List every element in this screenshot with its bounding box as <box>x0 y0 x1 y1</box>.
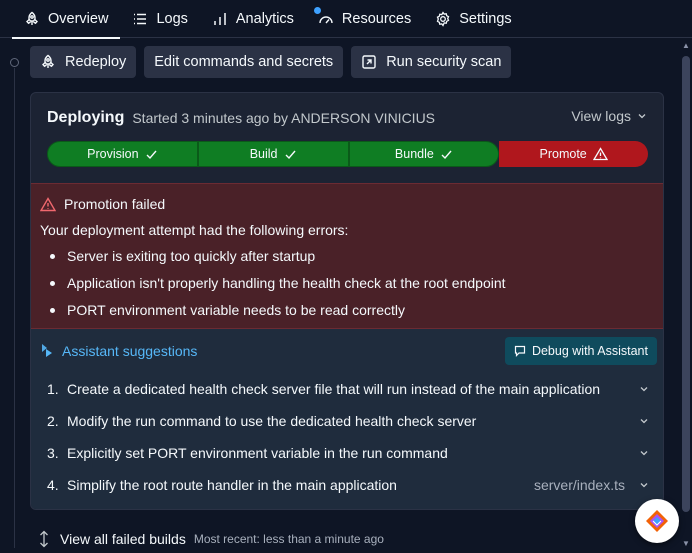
view-failed-builds-link[interactable]: View all failed builds <box>60 531 186 547</box>
stage-bundle: Bundle <box>348 141 500 167</box>
edit-commands-label: Edit commands and secrets <box>154 54 334 70</box>
check-icon <box>284 148 297 161</box>
chat-icon <box>514 345 526 357</box>
error-intro: Your deployment attempt had the followin… <box>40 222 349 238</box>
error-item-text: PORT environment variable needs to be re… <box>67 302 405 318</box>
scroll-up-arrow[interactable]: ▲ <box>682 42 690 50</box>
failed-builds-row: View all failed builds Most recent: less… <box>38 528 384 550</box>
redeploy-label: Redeploy <box>65 54 127 70</box>
tab-settings[interactable]: Settings <box>423 0 523 38</box>
suggestion-list: 1. Create a dedicated health check serve… <box>47 373 649 501</box>
tab-bar: Overview Logs Analytics Resources Settin… <box>0 0 692 39</box>
gear-icon <box>435 10 451 27</box>
suggestion-item[interactable]: 4. Simplify the root route handler in th… <box>47 469 649 501</box>
suggestion-item[interactable]: 1. Create a dedicated health check serve… <box>47 373 649 405</box>
debug-button-label: Debug with Assistant <box>531 344 648 358</box>
rocket-icon <box>40 54 56 70</box>
deployment-header: Deploying Started 3 minutes ago by ANDER… <box>47 107 647 129</box>
assistant-fab-button[interactable] <box>635 499 679 543</box>
tab-settings-label: Settings <box>459 10 512 27</box>
rocket-icon <box>24 11 40 27</box>
tab-resources[interactable]: Resources <box>306 0 423 38</box>
assistant-icon <box>42 344 52 357</box>
error-item-text: Server is exiting too quickly after star… <box>67 248 316 264</box>
gauge-icon <box>318 11 334 27</box>
error-item: Server is exiting too quickly after star… <box>46 248 506 275</box>
check-icon <box>145 148 158 161</box>
tab-resources-label: Resources <box>341 10 412 27</box>
suggestion-number: 4. <box>47 477 59 493</box>
timeline-line <box>14 68 15 548</box>
tab-overview[interactable]: Overview <box>12 0 121 39</box>
scan-icon <box>361 54 377 70</box>
list-icon <box>132 11 148 27</box>
suggestion-text: Explicitly set PORT environment variable… <box>67 445 448 461</box>
error-title-text: Promotion failed <box>64 196 166 212</box>
suggestion-item[interactable]: 2. Modify the run command to use the ded… <box>47 405 649 437</box>
warning-icon <box>40 196 56 211</box>
warning-icon <box>592 147 608 161</box>
deployment-status: Deploying <box>47 109 125 126</box>
chevron-down-icon <box>640 419 648 424</box>
tab-logs[interactable]: Logs <box>120 0 199 38</box>
tab-analytics[interactable]: Analytics <box>200 0 321 38</box>
stage-build: Build <box>197 141 349 167</box>
replit-logo-icon <box>646 510 668 532</box>
deployment-stages: Provision Build Bundle Promote <box>47 141 648 167</box>
scroll-down-arrow[interactable]: ▼ <box>682 540 690 548</box>
chevron-down-icon <box>640 451 648 456</box>
tab-analytics-label: Analytics <box>235 10 294 27</box>
redeploy-button[interactable]: Redeploy <box>30 46 137 78</box>
suggestion-item[interactable]: 3. Explicitly set PORT environment varia… <box>47 437 649 469</box>
edit-commands-button[interactable]: Edit commands and secrets <box>144 46 344 78</box>
error-item-text: Application isn't properly handling the … <box>67 275 506 291</box>
check-icon <box>440 148 453 161</box>
stage-promote: Promote <box>499 141 648 167</box>
stage-label: Build <box>249 147 278 161</box>
view-logs-button[interactable]: View logs <box>571 108 647 124</box>
security-scan-label: Run security scan <box>386 54 502 70</box>
most-recent-text: Most recent: less than a minute ago <box>193 532 384 546</box>
scrollbar[interactable]: ▲ ▼ <box>682 40 690 551</box>
stage-label: Provision <box>87 147 139 161</box>
timeline-dot <box>10 58 19 67</box>
stage-label: Promote <box>539 147 587 161</box>
scroll-thumb[interactable] <box>682 56 690 512</box>
suggestion-text: Simplify the root route handler in the m… <box>67 477 397 493</box>
tab-overview-label: Overview <box>48 10 109 27</box>
error-list: Server is exiting too quickly after star… <box>46 248 506 329</box>
stage-label: Bundle <box>394 147 434 161</box>
stage-provision: Provision <box>47 141 198 167</box>
assistant-title: Assistant suggestions <box>62 343 198 359</box>
bar-chart-icon <box>212 11 228 27</box>
suggestion-number: 1. <box>47 381 59 397</box>
assistant-panel: Assistant suggestions Debug with Assista… <box>31 329 663 509</box>
expand-vertical-icon <box>40 530 48 548</box>
suggestion-number: 3. <box>47 445 59 461</box>
debug-with-assistant-button[interactable]: Debug with Assistant <box>504 337 657 365</box>
error-panel: Promotion failed Your deployment attempt… <box>31 183 663 329</box>
suggestion-text: Modify the run command to use the dedica… <box>67 413 477 429</box>
chevron-down-icon <box>638 114 646 119</box>
view-logs-label: View logs <box>571 108 631 124</box>
error-title: Promotion failed <box>40 196 165 212</box>
error-item: Application isn't properly handling the … <box>46 275 506 302</box>
chevron-down-icon <box>640 387 648 392</box>
chevron-down-icon <box>640 483 648 488</box>
suggestion-text: Create a dedicated health check server f… <box>67 381 601 397</box>
deployment-card: Deploying Started 3 minutes ago by ANDER… <box>30 92 664 510</box>
action-bar: Redeploy Edit commands and secrets Run s… <box>30 46 512 78</box>
assistant-header: Assistant suggestions <box>41 343 197 359</box>
error-item: PORT environment variable needs to be re… <box>46 302 506 329</box>
security-scan-button[interactable]: Run security scan <box>351 46 512 78</box>
suggestion-file: server/index.ts <box>533 477 625 493</box>
deployment-subtitle: Started 3 minutes ago by ANDERSON VINICI… <box>132 110 436 126</box>
suggestion-number: 2. <box>47 413 59 429</box>
tab-logs-label: Logs <box>156 10 188 27</box>
